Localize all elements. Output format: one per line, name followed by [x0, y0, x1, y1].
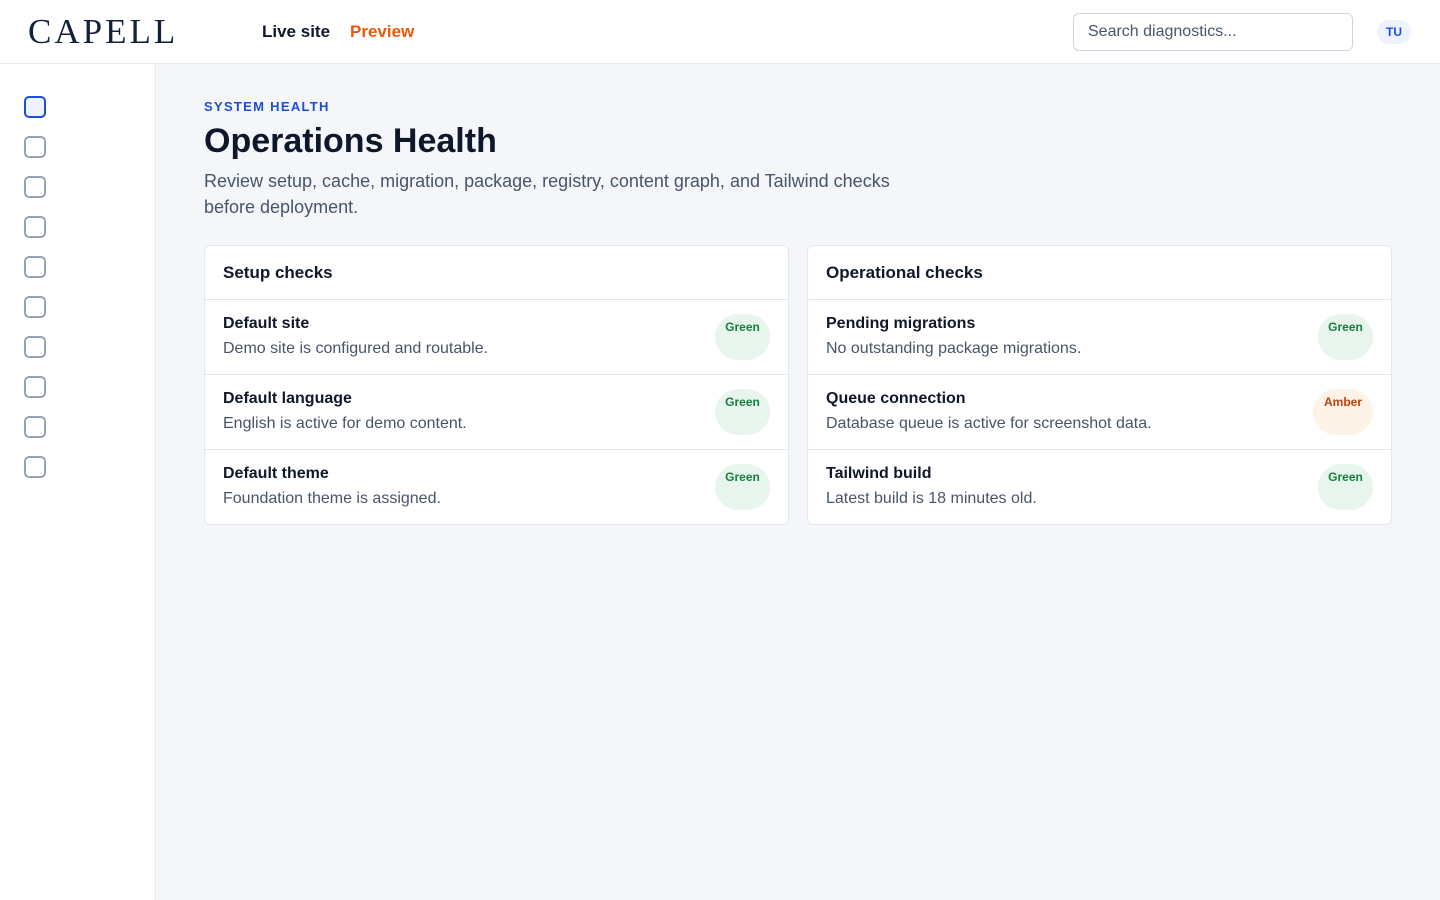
sidebar-item-2[interactable]	[24, 136, 46, 158]
check-title: Default language	[223, 390, 352, 407]
check-description: Demo site is configured and routable.	[223, 340, 489, 357]
check-description: Foundation theme is assigned.	[223, 490, 441, 507]
sidebar-item-10[interactable]	[24, 456, 46, 478]
sidebar-item-5[interactable]	[24, 256, 46, 278]
status-badge: Green	[1318, 314, 1373, 360]
check-description: Database queue is active for screenshot …	[826, 415, 1152, 432]
check-description: English is active for demo content.	[223, 415, 467, 432]
status-badge: Green	[715, 464, 770, 510]
check-title: Default site	[223, 315, 310, 332]
setup-checks-panel: Setup checks Default site Demo site is c…	[204, 245, 789, 525]
check-title: Pending migrations	[826, 315, 976, 332]
check-row: Default theme Foundation theme is assign…	[205, 450, 788, 524]
operational-checks-panel: Operational checks Pending migrations No…	[807, 245, 1392, 525]
sidebar-item-1[interactable]	[24, 96, 46, 118]
top-bar: CAPELL Live site Preview TU	[0, 0, 1440, 64]
check-row: Default language English is active for d…	[205, 375, 788, 450]
search-input[interactable]	[1073, 13, 1353, 51]
page-title: Operations Health	[204, 122, 497, 160]
sidebar-item-4[interactable]	[24, 216, 46, 238]
sidebar	[0, 64, 156, 900]
status-badge: Green	[715, 314, 770, 360]
page-eyebrow: SYSTEM HEALTH	[204, 99, 330, 114]
page-subtitle: Review setup, cache, migration, package,…	[204, 171, 890, 217]
status-badge: Green	[715, 389, 770, 435]
check-title: Default theme	[223, 465, 329, 482]
sidebar-item-6[interactable]	[24, 296, 46, 318]
sidebar-item-3[interactable]	[24, 176, 46, 198]
panel-title: Operational checks	[808, 246, 1391, 300]
check-title: Queue connection	[826, 390, 966, 407]
check-title: Tailwind build	[826, 465, 932, 482]
sidebar-item-7[interactable]	[24, 336, 46, 358]
status-badge: Green	[1318, 464, 1373, 510]
status-badge: Amber	[1313, 389, 1373, 435]
check-description: No outstanding package migrations.	[826, 340, 1082, 357]
sidebar-item-8[interactable]	[24, 376, 46, 398]
check-row: Pending migrations No outstanding packag…	[808, 300, 1391, 375]
check-description: Latest build is 18 minutes old.	[826, 490, 1037, 507]
nav-live-site[interactable]: Live site	[262, 22, 330, 42]
check-row: Tailwind build Latest build is 18 minute…	[808, 450, 1391, 524]
app-logo[interactable]: CAPELL	[28, 12, 178, 52]
check-row: Queue connection Database queue is activ…	[808, 375, 1391, 450]
check-row: Default site Demo site is configured and…	[205, 300, 788, 375]
user-avatar[interactable]: TU	[1377, 20, 1411, 44]
panel-title: Setup checks	[205, 246, 788, 300]
nav-preview[interactable]: Preview	[350, 22, 414, 42]
sidebar-item-9[interactable]	[24, 416, 46, 438]
